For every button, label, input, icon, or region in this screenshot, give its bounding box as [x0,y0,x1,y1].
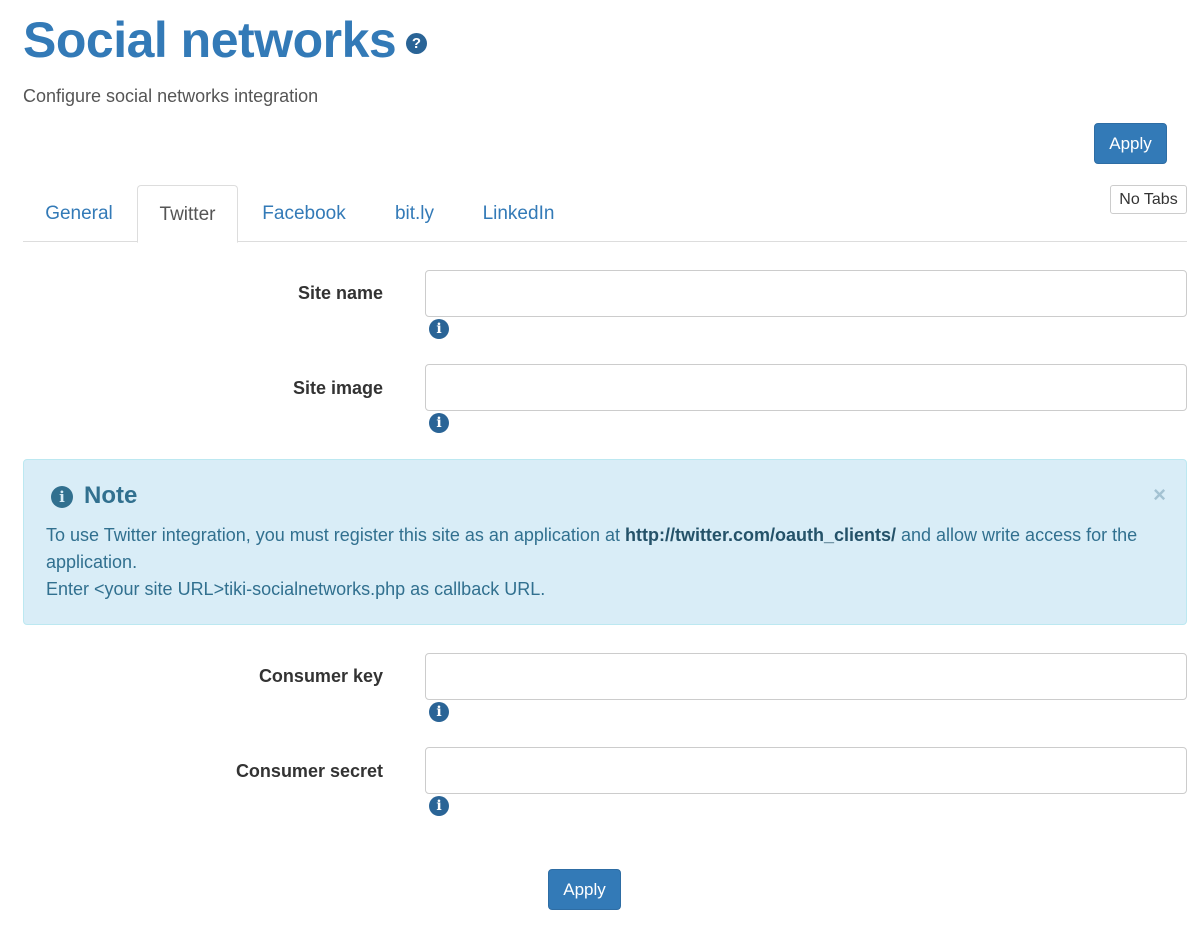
info-icon[interactable]: i [429,796,449,816]
tab-bitly[interactable]: bit.ly [376,185,453,242]
info-circle-icon: i [51,486,73,508]
page-title: Social networks [23,12,397,68]
consumer-secret-input[interactable] [425,747,1187,794]
info-icon[interactable]: i [429,413,449,433]
consumer-key-input[interactable] [425,653,1187,700]
page-subtitle: Configure social networks integration [23,86,319,106]
no-tabs-button[interactable]: No Tabs [1110,185,1187,214]
tab-bar: General Twitter Facebook bit.ly LinkedIn [23,185,1187,243]
site-name-label: Site name [297,283,383,303]
tab-facebook[interactable]: Facebook [244,185,364,242]
apply-button-top[interactable]: Apply [1094,123,1167,164]
info-icon[interactable]: i [429,319,449,339]
site-image-input[interactable] [425,364,1187,411]
tab-general[interactable]: General [23,185,135,242]
note-text-before: To use Twitter integration, you must reg… [46,525,625,545]
note-body: To use Twitter integration, you must reg… [46,522,1146,603]
note-link: http://twitter.com/oauth_clients/ [624,525,896,545]
note-title: Note [84,482,138,509]
question-circle-icon[interactable]: ? [406,33,427,54]
consumer-secret-label: Consumer secret [235,761,383,781]
tab-twitter[interactable]: Twitter [137,185,238,243]
note-alert: i Note × To use Twitter integration, you… [23,459,1187,625]
tab-linkedin[interactable]: LinkedIn [466,185,571,242]
consumer-key-label: Consumer key [258,666,383,686]
close-icon[interactable]: × [1153,482,1166,508]
note-line2: Enter <your site URL>tiki-socialnetworks… [46,579,546,599]
site-image-label: Site image [292,378,383,398]
site-name-input[interactable] [425,270,1187,317]
apply-button-bottom[interactable]: Apply [548,869,621,910]
info-icon[interactable]: i [429,702,449,722]
